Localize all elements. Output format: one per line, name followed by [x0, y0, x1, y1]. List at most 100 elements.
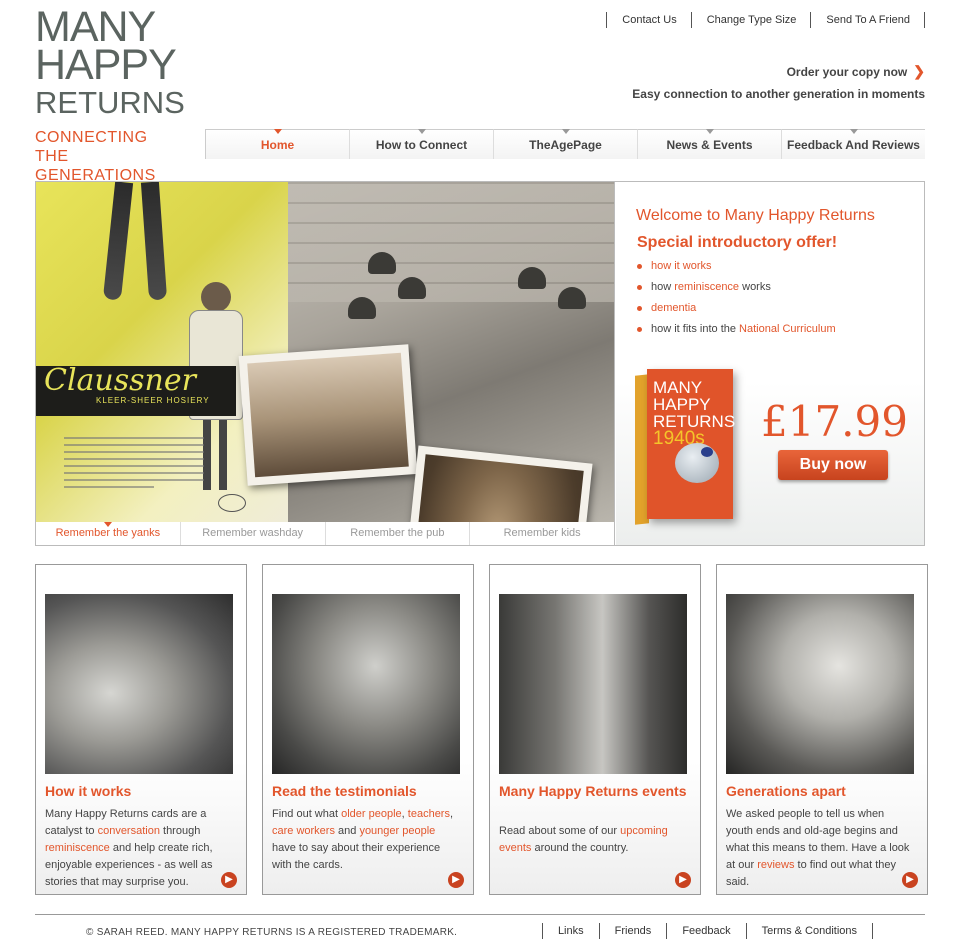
poster-legs-illustration	[101, 182, 181, 302]
card-how-it-works: How it works Many Happy Returns cards ar…	[35, 564, 247, 895]
how-it-works-link[interactable]: how it works	[651, 260, 712, 272]
card-text: Find out what older people, teachers, ca…	[272, 806, 457, 874]
more-arrow-icon[interactable]: ▶	[902, 872, 918, 888]
logo-line-happy: HAPPY	[35, 41, 177, 89]
footer-friends-link[interactable]: Friends	[598, 923, 667, 939]
mother-baby-photo[interactable]	[726, 594, 914, 774]
offer-bullet-list: how it works how reminiscence works deme…	[637, 260, 836, 344]
card-text: We asked people to tell us when youth en…	[726, 806, 911, 891]
card-title[interactable]: How it works	[45, 782, 235, 800]
card-text-part: around the country.	[531, 842, 629, 854]
product-box-image[interactable]: MANY HAPPY RETURNS 1940s	[635, 369, 735, 525]
nav-how-to-connect[interactable]: How to Connect	[349, 129, 493, 159]
nav-home-label: Home	[260, 138, 295, 152]
more-arrow-icon[interactable]: ▶	[448, 872, 464, 888]
nav-the-age-page-label: TheAgePage	[529, 138, 602, 152]
card-testimonials: Read the testimonials Find out what olde…	[262, 564, 474, 895]
conversation-link[interactable]: conversation	[98, 825, 160, 837]
book-title-1: MANY	[653, 378, 703, 397]
card-text-part: ,	[449, 808, 454, 820]
stone-wall-background	[288, 182, 614, 302]
care-workers-link[interactable]: care workers	[272, 825, 335, 837]
hero-panel: Claussner KLEER-SHEER HOSIERY Remember t…	[35, 181, 925, 546]
card-text-part: and	[334, 825, 360, 837]
footer-links: Links Friends Feedback Terms & Condition…	[541, 923, 873, 939]
order-copy-label: Order your copy now	[786, 64, 908, 79]
nav-feedback-reviews[interactable]: Feedback And Reviews	[781, 129, 925, 159]
nav-news-events[interactable]: News & Events	[637, 129, 781, 159]
welcome-heading: Welcome to Many Happy Returns	[636, 207, 875, 224]
card-text-part: have to say about their experience with …	[272, 842, 441, 871]
card-events: Many Happy Returns events Read about som…	[489, 564, 701, 895]
helmet-shape	[398, 277, 426, 299]
top-links: Contact Us Change Type Size Send To A Fr…	[606, 12, 925, 28]
nav-news-events-label: News & Events	[666, 138, 753, 152]
change-type-size-link[interactable]: Change Type Size	[690, 12, 811, 28]
special-offer-heading: Special introductory offer!	[637, 234, 838, 251]
send-to-friend-link[interactable]: Send To A Friend	[810, 12, 925, 28]
hero-tab-yanks[interactable]: Remember the yanks	[36, 522, 180, 545]
family-photo[interactable]	[272, 594, 460, 774]
children-photo[interactable]	[45, 594, 233, 774]
card-text-part: Find out what	[272, 808, 342, 820]
main-nav: Home How to Connect TheAgePage News & Ev…	[205, 129, 925, 159]
list-item: how it works	[637, 260, 836, 272]
card-title[interactable]: Many Happy Returns events	[499, 782, 689, 800]
nav-home[interactable]: Home	[205, 129, 349, 159]
national-curriculum-link[interactable]: National Curriculum	[739, 323, 836, 335]
younger-people-link[interactable]: younger people	[359, 825, 435, 837]
teapot-detail	[701, 447, 713, 457]
soldiers-pointing-photo	[238, 344, 418, 486]
tagline: Easy connection to another generation in…	[632, 87, 925, 101]
footer-links-link[interactable]: Links	[541, 923, 599, 939]
buy-now-button[interactable]: Buy now	[778, 450, 888, 480]
price-label: £17.99	[761, 397, 908, 446]
reviews-link[interactable]: reviews	[757, 859, 794, 871]
nav-indicator-icon	[849, 129, 858, 134]
dementia-link[interactable]: dementia	[651, 302, 696, 314]
reminiscence-link[interactable]: reminiscence	[674, 281, 739, 293]
nav-feedback-reviews-label: Feedback And Reviews	[787, 138, 920, 152]
footer-terms-link[interactable]: Terms & Conditions	[745, 923, 873, 939]
more-arrow-icon[interactable]: ▶	[675, 872, 691, 888]
nav-indicator-icon	[561, 129, 570, 134]
helmet-shape	[348, 297, 376, 319]
bullet-text: works	[739, 281, 771, 293]
nav-the-age-page[interactable]: TheAgePage	[493, 129, 637, 159]
shop-window-photo[interactable]	[499, 594, 687, 774]
card-text-part: through	[159, 825, 201, 837]
poster-stamp	[218, 494, 246, 512]
hero-tabs: Remember the yanks Remember washday Reme…	[36, 522, 615, 545]
bullet-text: how it fits into the	[651, 323, 740, 335]
footer-feedback-link[interactable]: Feedback	[666, 923, 745, 939]
chevron-right-icon: ❯	[913, 63, 925, 79]
card-title[interactable]: Generations apart	[726, 782, 916, 800]
reminiscence-card-link[interactable]: reminiscence	[45, 842, 110, 854]
order-copy-link[interactable]: Order your copy now ❯	[787, 63, 925, 80]
bullet-text: how	[651, 281, 675, 293]
poster-brand-banner: Claussner KLEER-SHEER HOSIERY	[36, 366, 236, 416]
card-title[interactable]: Read the testimonials	[272, 782, 462, 800]
feature-cards: How it works Many Happy Returns cards ar…	[35, 564, 928, 895]
list-item: how reminiscence works	[637, 281, 836, 293]
more-arrow-icon[interactable]: ▶	[221, 872, 237, 888]
poster-body-copy	[64, 437, 204, 493]
nav-indicator-icon	[417, 129, 426, 134]
logo-sub-line1: CONNECTING THE	[35, 129, 148, 165]
poster-brand-name: Claussner	[44, 363, 196, 398]
card-text: Read about some of our upcoming events a…	[499, 823, 684, 857]
card-text-part: Read about some of our	[499, 825, 621, 837]
hero-tab-washday[interactable]: Remember washday	[179, 522, 325, 545]
hero-tab-pub[interactable]: Remember the pub	[324, 522, 470, 545]
copyright-text: © SARAH REED. MANY HAPPY RETURNS IS A RE…	[86, 927, 458, 938]
nav-indicator-icon	[705, 129, 714, 134]
card-generations-apart: Generations apart We asked people to tel…	[716, 564, 928, 895]
teachers-link[interactable]: teachers	[408, 808, 450, 820]
helmet-shape	[518, 267, 546, 289]
site-logo[interactable]: MANY HAPPY RETURNS CONNECTING THE GENERA…	[35, 6, 185, 185]
older-people-link[interactable]: older people	[341, 808, 402, 820]
card-text: Many Happy Returns cards are a catalyst …	[45, 806, 230, 891]
contact-us-link[interactable]: Contact Us	[606, 12, 690, 28]
list-item: dementia	[637, 302, 836, 314]
hero-tab-kids[interactable]: Remember kids	[469, 522, 614, 545]
